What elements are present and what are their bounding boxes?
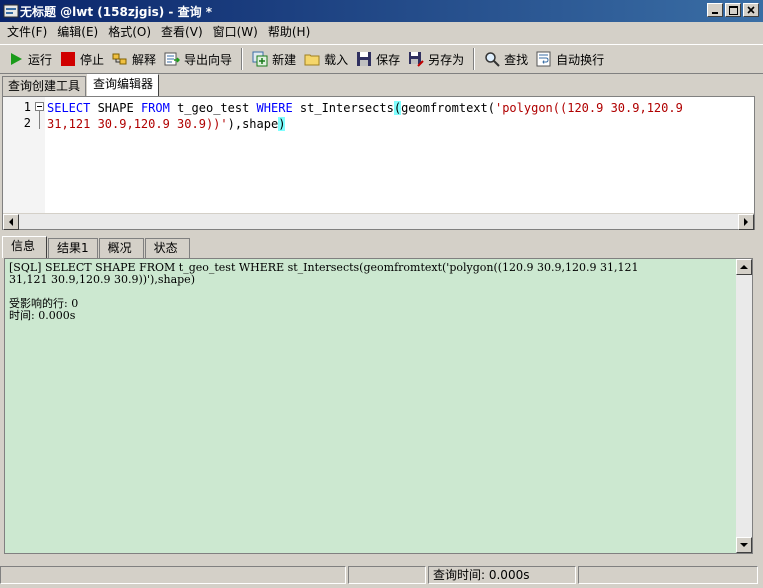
save-as-icon	[409, 52, 424, 67]
info-line	[9, 286, 639, 298]
folder-icon	[304, 54, 320, 66]
fold-toggle[interactable]	[35, 102, 44, 111]
code-string: 31,121 30.9,120.9 30.9))'	[47, 117, 228, 131]
elapsed-time: 时间: 0.000s	[9, 309, 76, 322]
arrow-left-icon	[9, 218, 13, 226]
find-button[interactable]: 查找	[480, 46, 532, 72]
new-query-icon	[252, 51, 268, 67]
tab-profile[interactable]: 概况	[98, 238, 144, 258]
arrow-up-icon	[740, 265, 748, 269]
menu-bar: 文件(F) 编辑(E) 格式(O) 查看(V) 窗口(W) 帮助(H)	[0, 22, 763, 42]
matched-paren-close: )	[278, 117, 286, 131]
line-number: 1	[23, 100, 31, 114]
query-time-status: 查询时间: 0.000s	[428, 566, 576, 584]
scroll-left-button[interactable]	[3, 214, 19, 230]
window-title: 无标题 @lwt (158zjgis) - 查询 *	[20, 5, 213, 19]
load-label: 载入	[324, 52, 349, 67]
info-text: [SQL] SELECT SHAPE FROM t_geo_test WHERE…	[9, 262, 639, 322]
code-token: WHERE	[256, 101, 293, 115]
word-wrap-button[interactable]: 自动换行	[532, 46, 608, 72]
menu-help[interactable]: 帮助(H)	[263, 23, 315, 41]
code-token: SHAPE	[90, 101, 141, 115]
code-line-2: 31,121 30.9,120.9 30.9))'),shape)	[47, 116, 286, 132]
play-icon	[11, 53, 22, 65]
toolbar-separator	[473, 48, 476, 70]
new-button[interactable]: 新建	[248, 46, 300, 72]
maximize-button[interactable]	[725, 3, 741, 17]
scroll-down-button[interactable]	[736, 537, 752, 553]
save-label: 保存	[376, 52, 401, 67]
menu-window[interactable]: 窗口(W)	[208, 23, 263, 41]
export-icon	[164, 52, 181, 66]
scroll-right-button[interactable]	[738, 214, 754, 230]
word-wrap-icon	[536, 51, 551, 67]
export-wizard-label: 导出向导	[184, 52, 233, 67]
new-label: 新建	[272, 52, 297, 67]
tab-query-editor[interactable]: 查询编辑器	[87, 74, 160, 96]
tab-result-1[interactable]: 结果1	[48, 238, 98, 258]
info-output[interactable]: [SQL] SELECT SHAPE FROM t_geo_test WHERE…	[4, 258, 753, 554]
line-gutter: 1 2	[3, 97, 45, 213]
status-panel	[578, 566, 758, 584]
close-icon	[747, 6, 755, 14]
editor-horizontal-scrollbar[interactable]	[3, 213, 754, 230]
minimize-button[interactable]	[707, 3, 723, 17]
affected-rows: 受影响的行: 0	[9, 297, 79, 310]
save-as-label: 另存为	[428, 52, 465, 67]
code-token: SELECT	[47, 101, 91, 115]
word-wrap-label: 自动换行	[556, 52, 605, 67]
load-button[interactable]: 载入	[300, 46, 352, 72]
tab-query-builder[interactable]: 查询创建工具	[2, 76, 87, 96]
menu-format[interactable]: 格式(O)	[103, 23, 156, 41]
line-number: 2	[23, 116, 31, 130]
close-button[interactable]	[743, 3, 759, 17]
code-line-1: SELECT SHAPE FROM t_geo_test WHERE st_In…	[47, 100, 683, 116]
minimize-icon	[712, 12, 718, 14]
info-vertical-scrollbar[interactable]	[736, 259, 752, 553]
matched-paren-open: (	[393, 101, 402, 115]
run-label: 运行	[28, 52, 53, 67]
title-bar[interactable]: 无标题 @lwt (158zjgis) - 查询 *	[0, 0, 763, 22]
menu-file[interactable]: 文件(F)	[2, 23, 52, 41]
export-wizard-button[interactable]: 导出向导	[160, 46, 236, 72]
explain-button[interactable]: 解释	[108, 46, 160, 72]
info-line: 31,121 30.9,120.9 30.9))'),shape)	[9, 273, 195, 286]
stop-button[interactable]: 停止	[56, 46, 108, 72]
menu-edit[interactable]: 编辑(E)	[52, 23, 103, 41]
result-tabs: 信息 结果1 概况 状态	[0, 236, 763, 258]
toolbar: 运行 停止 解释 导出向导 新建 载入 保存 另存为 查找 自动换行	[0, 44, 763, 74]
find-label: 查找	[504, 52, 529, 67]
toolbar-separator	[241, 48, 244, 70]
fold-guide	[39, 111, 40, 129]
code-token: st_Intersects	[292, 101, 394, 115]
run-button[interactable]: 运行	[4, 46, 56, 72]
tab-status[interactable]: 状态	[144, 238, 190, 258]
explain-icon	[112, 53, 127, 65]
code-string: 'polygon((120.9 30.9,120.9	[494, 101, 683, 115]
code-token: ),shape	[227, 117, 279, 131]
query-tabs: 查询创建工具 查询编辑器	[0, 74, 763, 96]
app-icon	[3, 4, 19, 18]
save-icon	[357, 52, 372, 66]
save-as-button[interactable]: 另存为	[404, 46, 468, 72]
maximize-icon	[728, 5, 738, 15]
arrow-right-icon	[744, 218, 748, 226]
search-icon	[485, 52, 500, 67]
arrow-down-icon	[740, 543, 748, 547]
code-token: geomfromtext(	[401, 101, 495, 115]
stop-icon	[61, 52, 76, 66]
menu-view[interactable]: 查看(V)	[156, 23, 208, 41]
scroll-up-button[interactable]	[736, 259, 752, 275]
sql-editor[interactable]: 1 2 SELECT SHAPE FROM t_geo_test WHERE s…	[2, 96, 755, 230]
explain-label: 解释	[132, 52, 157, 67]
tab-info[interactable]: 信息	[2, 236, 47, 258]
code-token: FROM	[140, 101, 170, 115]
status-bar: 查询时间: 0.000s	[0, 564, 763, 586]
save-button[interactable]: 保存	[352, 46, 404, 72]
status-panel	[348, 566, 426, 584]
stop-label: 停止	[80, 52, 105, 67]
code-token: t_geo_test	[169, 101, 257, 115]
status-panel	[0, 566, 346, 584]
